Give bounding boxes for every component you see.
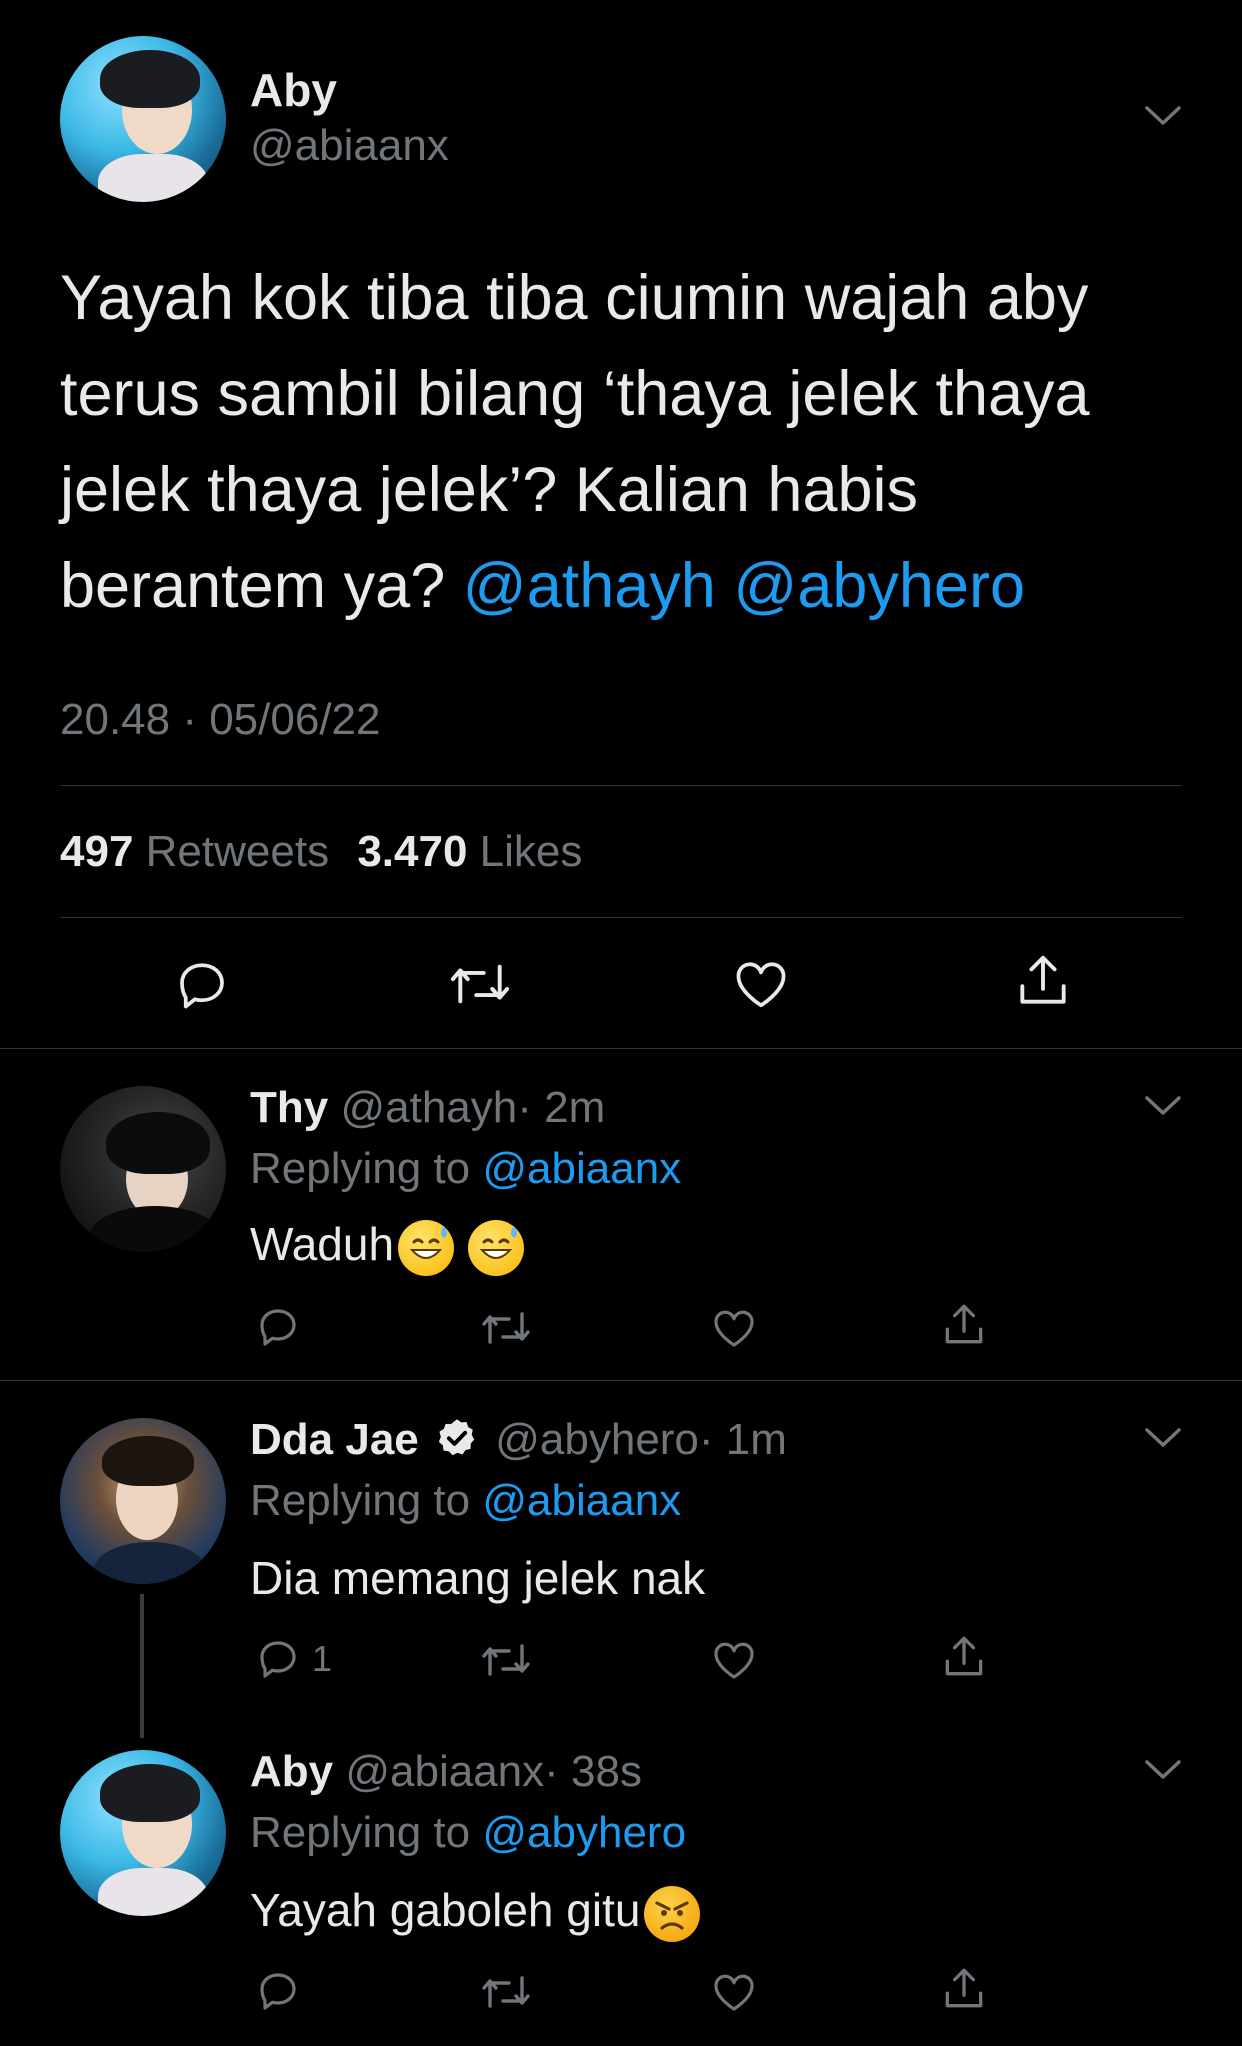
author-handle[interactable]: @abiaanx (345, 1747, 544, 1796)
chevron-down-icon[interactable] (1144, 104, 1182, 128)
author-handle[interactable]: @athayh (340, 1083, 517, 1132)
mention-link[interactable]: @athayh (463, 551, 716, 621)
verified-badge-icon (435, 1416, 479, 1460)
reply-icon[interactable] (254, 1302, 302, 1350)
reply-text: Yayah gaboleh gitu (250, 1882, 701, 1942)
like-icon[interactable] (710, 1636, 758, 1684)
reply-header: Dda Jae @abyhero· 1m (250, 1414, 787, 1466)
retweet-icon[interactable] (480, 1968, 532, 2016)
avatar[interactable] (60, 36, 226, 202)
tweet-text-line: berantem ya? @athayh @abyhero (60, 538, 1210, 634)
retweet-icon[interactable] (480, 1304, 532, 1352)
retweet-icon[interactable] (480, 1636, 532, 1684)
reply-text-content: Waduh (250, 1218, 395, 1270)
avatar[interactable] (60, 1750, 226, 1916)
reply-header: Thy @athayh· 2m (250, 1082, 605, 1134)
divider (0, 1048, 1242, 1049)
likes-count[interactable]: 3.470 (357, 827, 467, 876)
reply-text: Dia memang jelek nak (250, 1552, 706, 1604)
reply-count: 1 (312, 1638, 333, 1679)
reply-time[interactable]: · 2m (517, 1083, 605, 1132)
share-icon[interactable] (1012, 950, 1074, 1012)
share-icon[interactable] (939, 1964, 989, 2014)
retweets-label[interactable]: Retweets (146, 827, 329, 876)
chevron-down-icon[interactable] (1144, 1094, 1182, 1118)
engagement-stats: 497 Retweets 3.470 Likes (60, 826, 582, 878)
divider (60, 785, 1182, 786)
reply-icon[interactable] (172, 954, 232, 1014)
mention-link[interactable]: @abyhero (733, 551, 1025, 621)
chevron-down-icon[interactable] (1144, 1426, 1182, 1450)
author-name[interactable]: Aby (250, 64, 337, 116)
reply-icon[interactable] (254, 1634, 302, 1682)
tweet-text-fragment: berantem ya? (60, 551, 463, 621)
mention-link[interactable]: @abyhero (482, 1808, 686, 1857)
mention-separator (716, 551, 734, 621)
retweet-icon[interactable] (448, 954, 512, 1014)
chevron-down-icon[interactable] (1144, 1758, 1182, 1782)
reply-text: Waduh (250, 1216, 525, 1276)
reply-icon[interactable] (254, 1966, 302, 2014)
like-icon[interactable] (710, 1304, 758, 1352)
author-handle[interactable]: @abiaanx (250, 120, 449, 172)
reply-time[interactable]: · 1m (699, 1415, 787, 1464)
avatar[interactable] (60, 1418, 226, 1584)
retweets-count[interactable]: 497 (60, 827, 133, 876)
tweet-text-line: terus sambil bilang ‘thaya jelek thaya (60, 359, 1090, 429)
author-name[interactable]: Aby (250, 1747, 333, 1796)
reply-text-content: Yayah gaboleh gitu (250, 1884, 641, 1936)
replying-to-line: Replying to @abiaanx (250, 1475, 681, 1527)
tweet-text: Yayah kok tiba tiba ciumin wajah aby ter… (60, 250, 1210, 634)
replying-to-line: Replying to @abiaanx (250, 1143, 681, 1195)
tweet-text-line: Yayah kok tiba tiba ciumin wajah aby (60, 263, 1089, 333)
mention-link[interactable]: @abiaanx (482, 1476, 681, 1525)
like-icon[interactable] (710, 1968, 758, 2016)
replying-to-label: Replying to (250, 1808, 471, 1857)
replying-to-line: Replying to @abyhero (250, 1807, 686, 1859)
tweet-timestamp[interactable]: 20.48 · 05/06/22 (60, 694, 380, 746)
divider (0, 1380, 1242, 1381)
replying-to-label: Replying to (250, 1476, 471, 1525)
replying-to-label: Replying to (250, 1144, 471, 1193)
mention-link[interactable]: @abiaanx (482, 1144, 681, 1193)
author-name[interactable]: Thy (250, 1083, 328, 1132)
likes-label[interactable]: Likes (480, 827, 583, 876)
thread-line (140, 1594, 144, 1738)
grinning-sweat-emoji (398, 1219, 455, 1276)
author-name[interactable]: Dda Jae (250, 1415, 419, 1464)
angry-emoji (644, 1885, 701, 1942)
reply-header: Aby @abiaanx· 38s (250, 1746, 642, 1798)
reply-time[interactable]: · 38s (544, 1747, 642, 1796)
like-icon[interactable] (731, 954, 791, 1014)
tweet-text-line: jelek thaya jelek’? Kalian habis (60, 455, 919, 525)
share-icon[interactable] (939, 1632, 989, 1682)
grinning-sweat-emoji (468, 1219, 525, 1276)
share-icon[interactable] (939, 1300, 989, 1350)
avatar[interactable] (60, 1086, 226, 1252)
author-handle[interactable]: @abyhero (495, 1415, 699, 1464)
divider (60, 917, 1182, 918)
